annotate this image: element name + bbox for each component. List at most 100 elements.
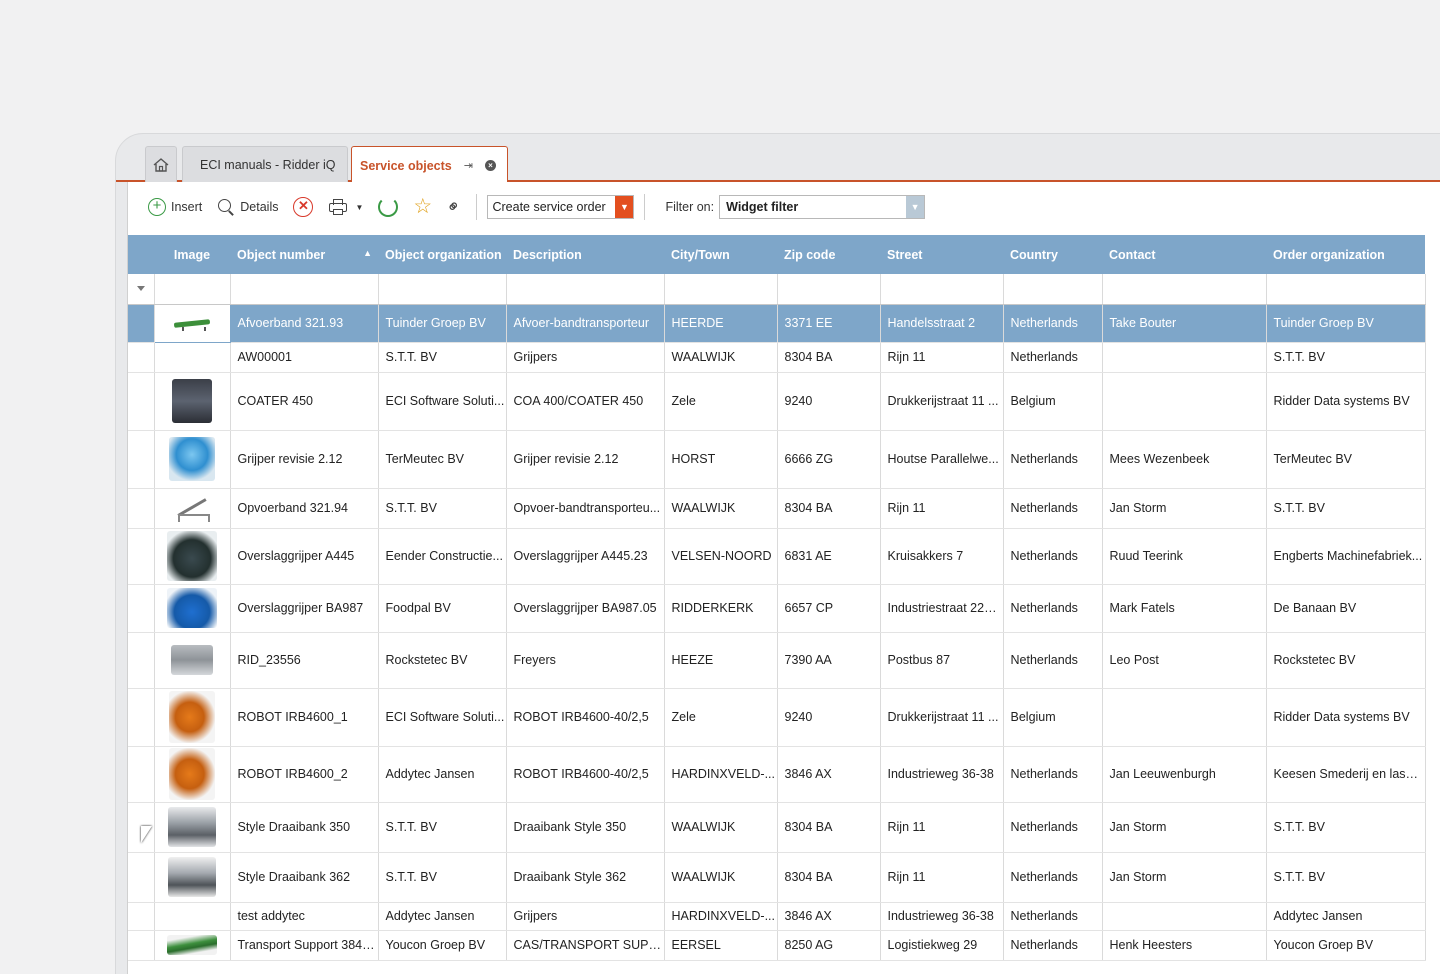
cell-description[interactable]: Grijpers (506, 342, 665, 373)
row-selector[interactable] (128, 930, 155, 961)
cell-object-number[interactable]: Style Draaibank 350 (230, 802, 379, 853)
cell-zip-code[interactable]: 3846 AX (777, 902, 881, 931)
row-selector[interactable] (128, 342, 155, 373)
cell-city[interactable]: WAALWIJK (664, 488, 778, 529)
cell-contact[interactable] (1102, 372, 1267, 431)
filter-icon[interactable] (136, 286, 145, 292)
cell-country[interactable]: Netherlands (1003, 746, 1103, 803)
cell-object-number[interactable]: Grijper revisie 2.12 (230, 430, 379, 489)
cell-zip-code[interactable]: 8304 BA (777, 802, 881, 853)
table-row[interactable]: Style Draaibank 350 S.T.T. BV Draaibank St… (128, 802, 1426, 853)
cell-object-number[interactable]: Transport Support 384.06 (230, 930, 379, 961)
cell-country[interactable]: Netherlands (1003, 342, 1103, 373)
cell-zip-code[interactable]: 8304 BA (777, 342, 881, 373)
cell-country[interactable]: Netherlands (1003, 632, 1103, 689)
row-selector[interactable] (128, 304, 155, 343)
cell-country[interactable]: Netherlands (1003, 528, 1103, 585)
row-selector[interactable] (128, 688, 155, 747)
filter-cell[interactable] (154, 274, 231, 305)
refresh-button[interactable] (378, 197, 399, 217)
row-selector[interactable] (128, 902, 155, 931)
table-row[interactable]: COATER 450 ECI Software Soluti... COA 400/… (128, 372, 1426, 431)
cell-image[interactable] (154, 488, 231, 529)
cell-object-organization[interactable]: TerMeutec BV (378, 430, 507, 489)
table-row[interactable]: RID_23556 Rockstetec BV Freyers HEEZE 7390 A… (128, 632, 1426, 689)
cell-description[interactable]: Freyers (506, 632, 665, 689)
cell-order-organization[interactable]: Youcon Groep BV (1266, 930, 1426, 961)
cell-zip-code[interactable]: 6666 ZG (777, 430, 881, 489)
cell-image[interactable] (154, 528, 231, 585)
column-header-zip[interactable]: Zip code (777, 233, 880, 274)
cell-country[interactable]: Netherlands (1003, 430, 1103, 489)
cell-description[interactable]: COA 400/COATER 450 (506, 372, 665, 431)
cell-order-organization[interactable]: De Banaan BV (1266, 584, 1426, 633)
cell-order-organization[interactable]: Keesen Smederij en lasbe... (1266, 746, 1426, 803)
cell-country[interactable]: Netherlands (1003, 304, 1103, 343)
column-header-order-organization[interactable]: Order organization (1266, 233, 1425, 274)
details-button[interactable]: Details (217, 198, 278, 216)
cell-image[interactable] (154, 688, 231, 747)
cell-object-number[interactable]: ROBOT IRB4600_2 (230, 746, 379, 803)
link-button[interactable]: ⚭ (442, 195, 466, 219)
cell-object-number[interactable]: Afvoerband 321.93 (230, 304, 379, 343)
filter-cell[interactable] (506, 274, 665, 305)
cell-contact[interactable] (1102, 342, 1267, 373)
cell-contact[interactable]: Ruud Teerink (1102, 528, 1267, 585)
row-selector[interactable] (128, 746, 155, 803)
cell-contact[interactable] (1102, 688, 1267, 747)
cell-object-number[interactable]: ROBOT IRB4600_1 (230, 688, 379, 747)
cell-image[interactable] (154, 852, 231, 903)
cell-order-organization[interactable]: Ridder Data systems BV (1266, 688, 1426, 747)
cell-image[interactable] (153, 303, 231, 343)
column-header-country[interactable]: Country (1003, 233, 1102, 274)
cell-object-number[interactable]: Overslaggrijper BA987 (230, 584, 379, 633)
insert-button[interactable]: + Insert (148, 198, 202, 216)
chevron-down-icon[interactable]: ▼ (906, 196, 925, 218)
cell-image[interactable] (154, 632, 231, 689)
cell-description[interactable]: Draaibank Style 350 (506, 802, 665, 853)
cell-order-organization[interactable]: S.T.T. BV (1266, 852, 1426, 903)
row-selector[interactable] (128, 584, 155, 633)
cell-object-organization[interactable]: Addytec Jansen (378, 902, 507, 931)
row-selector[interactable] (128, 488, 155, 529)
column-header-contact[interactable]: Contact (1102, 233, 1266, 274)
cell-object-organization[interactable]: Eender Constructie... (378, 528, 507, 585)
cell-city[interactable]: RIDDERKERK (664, 584, 778, 633)
cell-city[interactable]: HEEZE (664, 632, 778, 689)
tab-eci-manuals[interactable]: ECI manuals - Ridder iQ (182, 146, 348, 182)
cell-object-number[interactable]: RID_23556 (230, 632, 379, 689)
table-row[interactable]: Overslaggrijper BA987 Foodpal BV Overslagg… (128, 584, 1426, 633)
cell-image[interactable] (154, 902, 231, 931)
cell-order-organization[interactable]: Engberts Machinefabriek... (1266, 528, 1426, 585)
cell-order-organization[interactable]: S.T.T. BV (1266, 342, 1426, 373)
cell-image[interactable] (154, 372, 231, 431)
cell-contact[interactable]: Leo Post (1102, 632, 1267, 689)
cell-object-organization[interactable]: Rockstetec BV (378, 632, 507, 689)
cell-city[interactable]: WAALWIJK (664, 802, 778, 853)
cell-object-organization[interactable]: Tuinder Groep BV (378, 304, 507, 343)
cell-city[interactable]: EERSEL (664, 930, 778, 961)
cell-image[interactable] (154, 584, 231, 633)
filter-cell[interactable] (1266, 274, 1426, 305)
filter-cell[interactable] (880, 274, 1004, 305)
cell-description[interactable]: ROBOT IRB4600-40/2,5 (506, 746, 665, 803)
cell-object-organization[interactable]: ECI Software Soluti... (378, 688, 507, 747)
cell-object-organization[interactable]: ECI Software Soluti... (378, 372, 507, 431)
cell-description[interactable]: Grijper revisie 2.12 (506, 430, 665, 489)
cell-zip-code[interactable]: 9240 (777, 688, 881, 747)
cell-order-organization[interactable]: Addytec Jansen (1266, 902, 1426, 931)
cell-contact[interactable]: Take Bouter (1102, 304, 1267, 343)
cell-street[interactable]: Rijn 11 (880, 852, 1004, 903)
cell-order-organization[interactable]: S.T.T. BV (1266, 802, 1426, 853)
cell-street[interactable]: Drukkerijstraat 11 ... (880, 688, 1004, 747)
cell-object-number[interactable]: Overslaggrijper A445 (230, 528, 379, 585)
filter-cell[interactable] (777, 274, 881, 305)
table-row[interactable]: Transport Support 384.06 Youcon Groep BV C… (128, 930, 1426, 961)
cell-street[interactable]: Industrieweg 36-38 (880, 746, 1004, 803)
cell-image[interactable] (154, 802, 231, 853)
cell-street[interactable]: Logistiekweg 29 (880, 930, 1004, 961)
cell-object-organization[interactable]: S.T.T. BV (378, 488, 507, 529)
cell-country[interactable]: Netherlands (1003, 852, 1103, 903)
cell-city[interactable]: HORST (664, 430, 778, 489)
column-header-city[interactable]: City/Town (664, 233, 777, 274)
